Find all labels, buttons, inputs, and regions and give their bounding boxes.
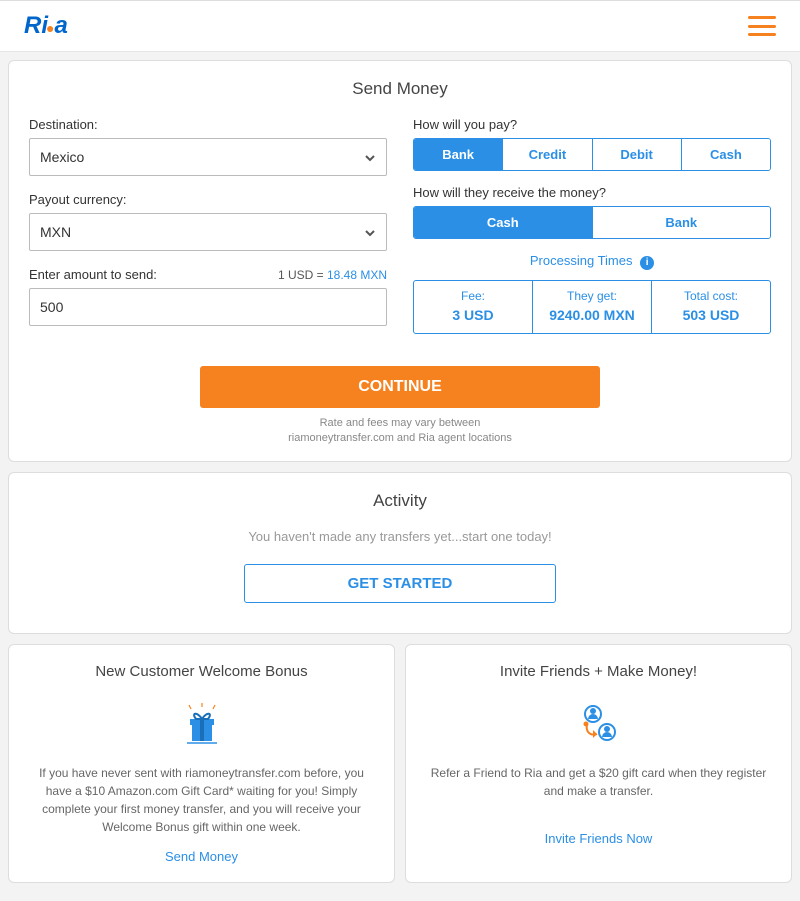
info-icon[interactable]: i bbox=[640, 256, 654, 270]
receive-method-segmented: Cash Bank bbox=[413, 206, 771, 239]
rate-disclaimer: Rate and fees may vary between riamoneyt… bbox=[29, 416, 771, 447]
currency-label: Payout currency: bbox=[29, 192, 387, 207]
chevron-down-icon bbox=[364, 226, 376, 238]
theyget-label: They get: bbox=[537, 289, 647, 303]
total-value: 503 USD bbox=[656, 307, 766, 323]
topbar: Ri●a bbox=[0, 0, 800, 52]
pay-option-cash[interactable]: Cash bbox=[681, 139, 770, 170]
activity-subtitle: You haven't made any transfers yet...sta… bbox=[29, 529, 771, 544]
welcome-bonus-text: If you have never sent with riamoneytran… bbox=[31, 764, 372, 836]
menu-icon[interactable] bbox=[748, 16, 776, 36]
send-money-link[interactable]: Send Money bbox=[165, 849, 238, 864]
activity-card: Activity You haven't made any transfers … bbox=[8, 472, 792, 634]
chevron-down-icon bbox=[364, 151, 376, 163]
exchange-rate: 1 USD = 18.48 MXN bbox=[278, 268, 387, 282]
receive-option-cash[interactable]: Cash bbox=[414, 207, 592, 238]
activity-title: Activity bbox=[29, 491, 771, 511]
invite-friends-link[interactable]: Invite Friends Now bbox=[545, 831, 653, 846]
pay-method-segmented: Bank Credit Debit Cash bbox=[413, 138, 771, 171]
invite-friends-title: Invite Friends + Make Money! bbox=[428, 663, 769, 680]
brand-logo[interactable]: Ri●a bbox=[24, 14, 68, 38]
welcome-bonus-card: New Customer Welcome Bonus If you have n… bbox=[8, 644, 395, 883]
cost-summary: Fee: 3 USD They get: 9240.00 MXN Total c… bbox=[413, 280, 771, 334]
pay-method-label: How will you pay? bbox=[413, 117, 771, 132]
continue-button[interactable]: CONTINUE bbox=[200, 366, 601, 408]
pay-option-credit[interactable]: Credit bbox=[502, 139, 591, 170]
pay-option-bank[interactable]: Bank bbox=[414, 139, 502, 170]
send-money-card: Send Money Destination: Mexico Payout cu… bbox=[8, 60, 792, 462]
fee-label: Fee: bbox=[418, 289, 528, 303]
processing-times-link[interactable]: Processing Times bbox=[530, 253, 633, 268]
send-money-title: Send Money bbox=[29, 79, 771, 99]
fee-value: 3 USD bbox=[418, 307, 528, 323]
gift-icon bbox=[31, 702, 372, 746]
receive-method-label: How will they receive the money? bbox=[413, 185, 771, 200]
invite-friends-icon bbox=[428, 702, 769, 746]
receive-option-bank[interactable]: Bank bbox=[592, 207, 771, 238]
destination-label: Destination: bbox=[29, 117, 387, 132]
total-label: Total cost: bbox=[656, 289, 766, 303]
amount-label: Enter amount to send: bbox=[29, 267, 157, 282]
amount-input[interactable]: 500 bbox=[29, 288, 387, 326]
theyget-value: 9240.00 MXN bbox=[537, 307, 647, 323]
invite-friends-card: Invite Friends + Make Money! Refer a Fri… bbox=[405, 644, 792, 883]
destination-value: Mexico bbox=[40, 149, 84, 165]
pay-option-debit[interactable]: Debit bbox=[592, 139, 681, 170]
destination-select[interactable]: Mexico bbox=[29, 138, 387, 176]
welcome-bonus-title: New Customer Welcome Bonus bbox=[31, 663, 372, 680]
get-started-button[interactable]: GET STARTED bbox=[244, 564, 556, 603]
currency-select[interactable]: MXN bbox=[29, 213, 387, 251]
currency-value: MXN bbox=[40, 224, 71, 240]
